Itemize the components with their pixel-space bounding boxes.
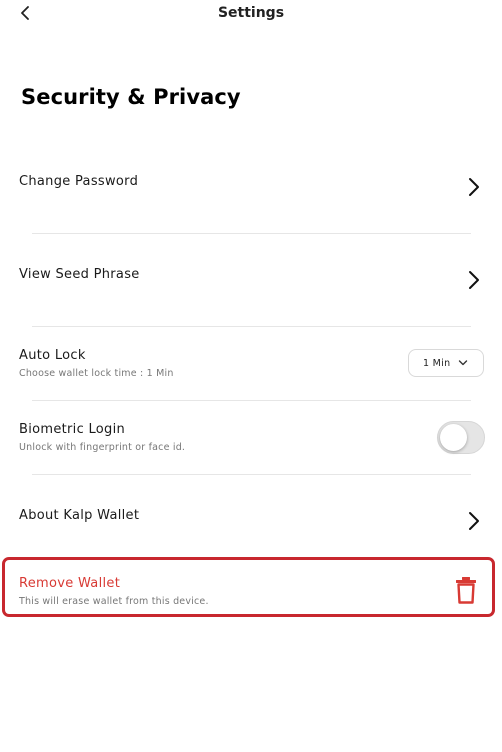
chevron-right-icon <box>469 178 479 196</box>
divider <box>32 474 471 475</box>
remove-wallet-row[interactable]: Remove Wallet This will erase wallet fro… <box>2 557 495 617</box>
trash-icon[interactable] <box>455 576 477 604</box>
change-password-label: Change Password <box>19 174 139 189</box>
page-title: Security & Privacy <box>21 85 241 109</box>
chevron-right-icon <box>469 512 479 530</box>
auto-lock-selected-value: 1 Min <box>423 358 451 369</box>
biometric-login-subtitle: Unlock with fingerprint or face id. <box>19 442 186 453</box>
chevron-down-icon <box>458 360 468 366</box>
about-kalp-wallet-label: About Kalp Wallet <box>19 508 140 523</box>
header-title: Settings <box>217 5 285 21</box>
view-seed-phrase-label: View Seed Phrase <box>19 267 140 282</box>
auto-lock-subtitle: Choose wallet lock time : 1 Min <box>19 368 174 379</box>
view-seed-phrase-row[interactable]: View Seed Phrase <box>0 253 502 323</box>
auto-lock-dropdown[interactable]: 1 Min <box>408 349 484 377</box>
toggle-knob <box>440 424 467 451</box>
top-bar: Settings <box>0 0 502 30</box>
auto-lock-label: Auto Lock <box>19 348 86 363</box>
divider <box>32 326 471 327</box>
change-password-row[interactable]: Change Password <box>0 160 502 230</box>
biometric-toggle[interactable] <box>437 421 485 454</box>
divider <box>32 400 471 401</box>
about-kalp-wallet-row[interactable]: About Kalp Wallet <box>0 494 502 549</box>
divider <box>32 233 471 234</box>
biometric-login-row: Biometric Login Unlock with fingerprint … <box>0 414 502 469</box>
chevron-right-icon <box>469 271 479 289</box>
remove-wallet-subtitle: This will erase wallet from this device. <box>19 596 209 607</box>
remove-wallet-label: Remove Wallet <box>19 576 121 591</box>
biometric-login-label: Biometric Login <box>19 422 126 437</box>
